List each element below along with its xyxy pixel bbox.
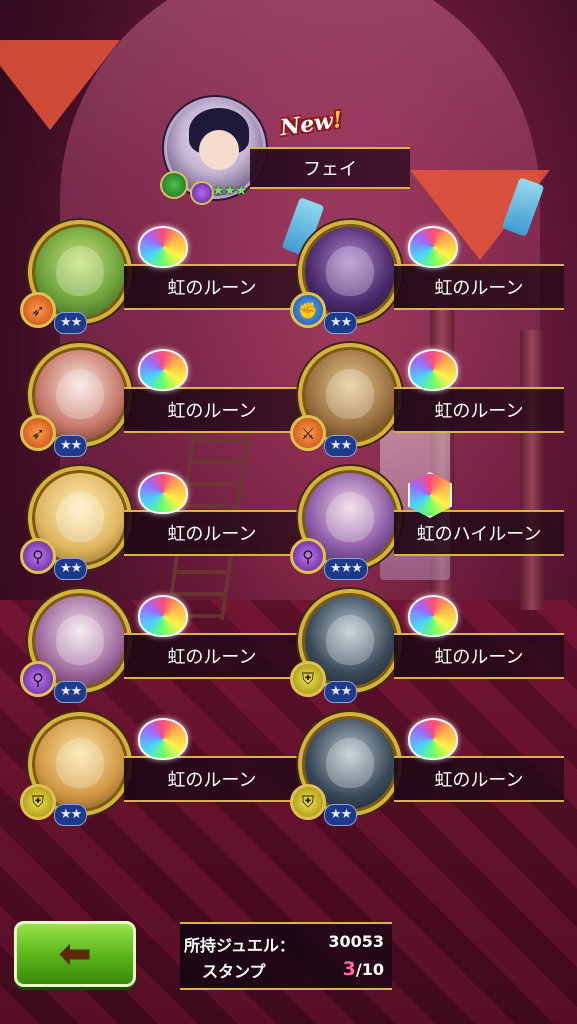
left-arrow-icon: ⬅ [58,931,92,977]
reward-item[interactable]: ➶ ★★ 虹のルーン [20,220,300,340]
rainbow-rune-icon [138,595,188,637]
new-badge: New! [278,107,344,141]
staff-icon: ⚲ [20,538,56,574]
rarity-stars: ★★ [324,681,358,703]
reward-name-plate: 虹のルーン [124,264,300,310]
shield-icon: ⛨ [20,784,56,820]
rarity-stars: ★★ [324,804,358,826]
status-panel: 所持ジュエル： 30053 スタンプ 3/10 [180,922,392,990]
stamp-total: /10 [355,960,384,979]
reward-item-name: 虹のルーン [167,401,257,422]
reward-item[interactable]: ⛨ ★★ 虹のルーン [290,712,568,832]
rainbow-rune-icon [408,595,458,637]
featured-name-plate: フェイ [250,147,410,189]
shield-icon: ⛨ [290,661,326,697]
rainbow-rune-icon [138,718,188,760]
rainbow-rune-icon [138,226,188,268]
reward-name-plate: 虹のルーン [124,387,300,433]
reward-item[interactable]: ➶ ★★ 虹のルーン [20,343,300,463]
reward-item-name: 虹のルーン [434,278,524,299]
back-button[interactable]: ⬅ [14,921,136,987]
reward-name-plate: 虹のルーン [394,633,564,679]
rarity-stars: ★★ [54,804,88,826]
rarity-stars: ★★★ [212,183,248,199]
reward-item-name: 虹のルーン [167,770,257,791]
reward-item-name: 虹のルーン [167,278,257,299]
dark-element-icon [190,181,214,205]
jewel-count: 30053 [328,932,384,951]
rainbow-rune-icon [408,349,458,391]
rarity-stars: ★★ [324,312,358,334]
reward-item[interactable]: ⛨ ★★ 虹のルーン [20,712,300,832]
reward-name-plate: 虹のルーン [124,756,300,802]
reward-item[interactable]: ⚲ ★★★ 虹のハイルーン [290,466,568,586]
rarity-stars: ★★ [54,312,88,334]
reward-name-plate: 虹のルーン [394,387,564,433]
stamp-label: スタンプ [202,962,266,981]
reward-item-name: 虹のルーン [167,647,257,668]
reward-item[interactable]: ⚲ ★★ 虹のルーン [20,589,300,709]
reward-item-name: 虹のルーン [434,401,524,422]
rainbow-rune-icon [138,349,188,391]
jewel-label: 所持ジュエル： [184,936,295,955]
bow-icon: ➶ [20,292,56,328]
rarity-stars: ★★ [54,681,88,703]
bow-icon: ➶ [20,415,56,451]
reward-item-name: 虹のルーン [434,647,524,668]
fist-icon: ✊ [290,292,326,328]
reward-item-name: 虹のルーン [434,770,524,791]
rarity-stars: ★★ [54,558,88,580]
rainbow-rune-icon [408,226,458,268]
reward-item[interactable]: ⛨ ★★ 虹のルーン [290,589,568,709]
lamp-decoration [0,40,120,130]
rarity-stars: ★★ [54,435,88,457]
reward-name-plate: 虹のルーン [124,633,300,679]
reward-name-plate: 虹のハイルーン [394,510,564,556]
stamp-progress: 3/10 [343,958,384,980]
shield-icon: ⛨ [290,784,326,820]
reward-item[interactable]: ⚔ ★★ 虹のルーン [290,343,568,463]
featured-reward[interactable]: フェイ New! ★★★ [160,95,420,205]
reward-item-name: 虹のルーン [167,524,257,545]
rainbow-rune-icon [138,472,188,514]
rarity-stars: ★★ [324,435,358,457]
reward-name-plate: 虹のルーン [394,756,564,802]
reward-item[interactable]: ✊ ★★ 虹のルーン [290,220,568,340]
portrait-face [199,130,239,170]
rainbow-rune-icon [408,718,458,760]
reward-item-name: 虹のハイルーン [416,524,542,545]
stamp-current: 3 [342,958,356,980]
sword-icon: ⚔ [290,415,326,451]
reward-name-plate: 虹のルーン [124,510,300,556]
rarity-stars: ★★★ [324,558,368,580]
bow-icon [160,171,188,199]
staff-icon: ⚲ [20,661,56,697]
reward-item[interactable]: ⚲ ★★ 虹のルーン [20,466,300,586]
reward-name-plate: 虹のルーン [394,264,564,310]
featured-character-name: フェイ [303,159,357,180]
staff-icon: ⚲ [290,538,326,574]
new-badge-text: New [278,108,335,142]
